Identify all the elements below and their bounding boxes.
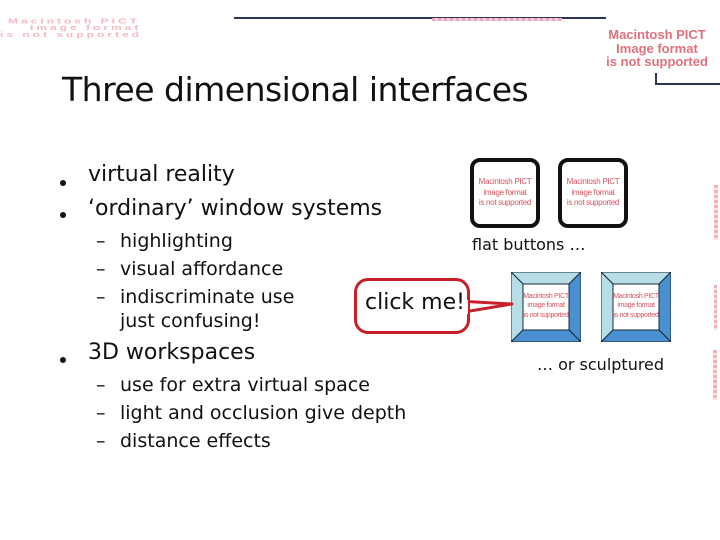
placeholder-text: Macintosh PICT <box>608 27 706 42</box>
dash-icon: – <box>96 258 106 280</box>
bullet-window-systems: ‘ordinary’ window systems <box>88 196 383 221</box>
broken-image-placeholder: Macintosh PICT image format is not support… <box>613 293 659 319</box>
subitem-extra-virtual-space: use for extra virtual space <box>120 374 370 396</box>
placeholder-text: is not supported <box>0 30 142 39</box>
corner-bracket <box>655 73 720 85</box>
edge-artifact <box>714 285 717 330</box>
subitem-visual-affordance: visual affordance <box>120 258 284 280</box>
header-rule-pink-segment <box>432 18 562 21</box>
bullet-icon <box>60 180 66 186</box>
click-me-label[interactable]: click me! <box>365 290 465 315</box>
subitem-highlighting: highlighting <box>120 230 233 252</box>
broken-image-placeholder: Macintosh PICT image format is not support… <box>566 176 620 208</box>
bullet-icon <box>60 357 66 363</box>
broken-image-top-left: Macintosh PICT Image format is not suppo… <box>0 17 250 39</box>
broken-image-placeholder: Macintosh PICT image format is not support… <box>478 176 532 208</box>
placeholder-text: Image format <box>616 40 698 56</box>
dash-icon: – <box>96 374 106 396</box>
bullet-icon <box>60 212 66 218</box>
subitem-light-occlusion: light and occlusion give depth <box>120 402 407 424</box>
subitem-just-confusing: just confusing! <box>120 310 261 332</box>
dash-icon: – <box>96 430 106 452</box>
slide-title: Three dimensional interfaces <box>62 70 529 109</box>
placeholder-text: is not supported <box>606 54 708 70</box>
dash-icon: – <box>96 230 106 252</box>
sculptured-caption: … or sculptured <box>537 355 665 374</box>
broken-image-top-right: Macintosh PICT Image format is not suppo… <box>592 28 720 69</box>
dash-icon: – <box>96 286 106 308</box>
flat-button-1[interactable]: Macintosh PICT image format is not support… <box>470 158 540 228</box>
sculptured-button-2[interactable]: Macintosh PICT image format is not support… <box>599 270 673 344</box>
subitem-indiscriminate-use: indiscriminate use <box>120 286 295 308</box>
edge-artifact <box>714 185 718 240</box>
edge-artifact <box>713 350 717 400</box>
bullet-3d-workspaces: 3D workspaces <box>88 340 256 365</box>
dash-icon: – <box>96 402 106 424</box>
flat-buttons-caption: flat buttons … <box>472 235 586 254</box>
bullet-virtual-reality: virtual reality <box>88 162 235 187</box>
subitem-distance-effects: distance effects <box>120 430 271 452</box>
flat-button-2[interactable]: Macintosh PICT image format is not support… <box>558 158 628 228</box>
